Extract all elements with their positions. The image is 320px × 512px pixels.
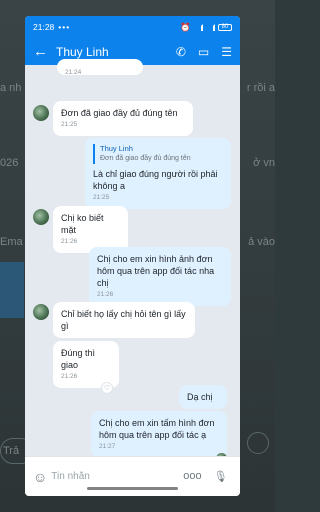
contact-name[interactable]: Thuy Linh: [56, 45, 109, 59]
signal-icon: [206, 23, 215, 31]
bg-fragment: ở vn: [253, 157, 275, 169]
message-text: Đúng thì giao: [61, 348, 96, 371]
message-time: 21:27: [99, 443, 116, 451]
message-text: Chị cho em xin hình ảnh đơn hôm qua trên…: [97, 254, 215, 289]
bg-fragment: Ema: [0, 236, 23, 248]
message-time: 21:24: [65, 69, 82, 76]
heart-reaction-icon[interactable]: ♡: [101, 382, 113, 395]
contact-avatar[interactable]: [33, 209, 49, 225]
quoted-message[interactable]: Thuy Linh Đơn đã giao đầy đủ đúng tên: [93, 144, 223, 164]
message-bubble[interactable]: Dạ chị: [179, 385, 227, 410]
message-bubble[interactable]: Đúng thì giao 21:26 ♡: [53, 341, 119, 395]
bg-fragment: 026: [0, 157, 19, 169]
message-bubble[interactable]: Chị cho em xin hình ảnh đơn hôm qua trên…: [89, 247, 231, 307]
more-options-icon[interactable]: ooo: [183, 470, 201, 483]
back-arrow-icon[interactable]: ←: [33, 43, 48, 60]
alarm-icon: ⏰: [180, 21, 191, 32]
message-bubble[interactable]: Chỉ biết họ lấy chị hỏi tên gì lấy gì: [53, 302, 195, 339]
header-actions: ✆ ▭ ☰: [176, 45, 232, 59]
composer-tools: ooo 🎙 ▣: [183, 470, 240, 483]
message-bubble[interactable]: Chị cho em xin tấm hình đơn hôm qua trên…: [91, 411, 227, 459]
message-text: Đơn đã giao đầy đủ đúng tên: [61, 108, 178, 118]
message-text: Dạ chị: [187, 392, 213, 402]
message-bubble[interactable]: 21:24: [57, 59, 143, 76]
home-indicator: [87, 487, 178, 490]
message-time: 21:26: [61, 373, 78, 381]
bg-circle: [247, 432, 269, 454]
menu-icon[interactable]: ☰: [221, 45, 232, 59]
bg-fragment: Trả: [3, 445, 20, 457]
emoji-icon[interactable]: ☺: [33, 469, 47, 485]
phone-call-icon[interactable]: ✆: [176, 45, 186, 59]
video-call-icon[interactable]: ▭: [198, 45, 209, 59]
message-bubble[interactable]: Chị ko biết mặt 21:26: [53, 206, 128, 254]
status-icons: ⏰ 80: [180, 22, 232, 33]
battery-icon: 80: [218, 23, 232, 31]
bg-panel: [0, 262, 24, 318]
message-text: Chị ko biết mặt: [61, 213, 104, 236]
status-bar: 21:28 ••• ⏰ 80: [25, 16, 240, 38]
bg-fragment: ả vào: [248, 236, 275, 248]
message-text: Là chỉ giao đúng người rồi phải không a: [93, 168, 218, 191]
chat-window: 21:28 ••• ⏰ 80 ← Thuy Linh ✆ ▭ ☰ 21:24 Đ…: [25, 16, 240, 496]
message-input[interactable]: [51, 471, 184, 482]
message-time: 21:26: [97, 291, 114, 299]
microphone-icon[interactable]: 🎙: [214, 470, 228, 483]
message-text: Chị cho em xin tấm hình đơn hôm qua trên…: [99, 418, 215, 441]
message-time: 21:25: [93, 193, 110, 201]
message-bubble[interactable]: Thuy Linh Đơn đã giao đầy đủ đúng tên Là…: [85, 138, 231, 209]
contact-avatar[interactable]: [33, 304, 49, 320]
bg-fragment: a nh: [0, 82, 22, 94]
message-bubble[interactable]: Đơn đã giao đầy đủ đúng tên 21:25: [53, 101, 193, 136]
message-composer: ☺ ooo 🎙 ▣: [25, 456, 240, 496]
message-time: 21:26: [61, 238, 78, 246]
message-time: 21:25: [61, 121, 78, 129]
message-text: Chỉ biết họ lấy chị hỏi tên gì lấy gì: [61, 309, 186, 332]
message-list: 21:24 Đơn đã giao đầy đủ đúng tên 21:25 …: [25, 59, 240, 464]
status-time: 21:28: [33, 22, 55, 32]
bg-fragment: r rồi a: [246, 82, 275, 94]
contact-avatar[interactable]: [33, 105, 49, 121]
status-dots: •••: [58, 22, 71, 32]
signal-icon: [194, 23, 203, 31]
quoted-author: Thuy Linh: [100, 144, 133, 153]
quoted-text: Đơn đã giao đầy đủ đúng tên: [100, 155, 191, 163]
